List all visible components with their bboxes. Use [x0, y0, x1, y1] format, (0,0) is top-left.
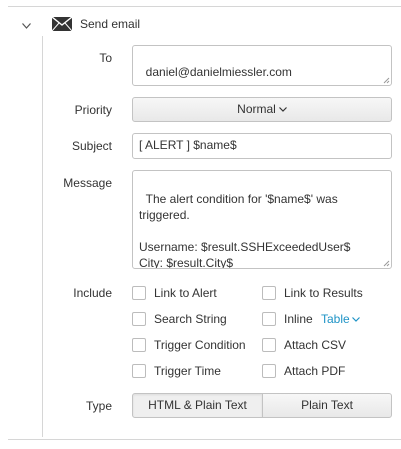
chevron-down-icon[interactable] [22, 18, 31, 29]
envelope-icon [51, 16, 73, 34]
attach-pdf-label[interactable]: Attach PDF [284, 364, 345, 378]
resize-grip-icon[interactable] [383, 260, 390, 267]
to-field[interactable]: daniel@danielmiessler.com [132, 45, 392, 86]
subject-label: Subject [71, 139, 112, 153]
include-label: Include [73, 286, 112, 300]
attach-csv-checkbox[interactable] [262, 338, 276, 352]
trigger-condition-checkbox[interactable] [132, 338, 146, 352]
inline-format-dropdown[interactable]: Table [321, 312, 360, 326]
bottom-divider [8, 439, 401, 440]
subject-value: [ ALERT ] $name$ [139, 138, 237, 152]
attach-pdf-checkbox[interactable] [262, 364, 276, 378]
link-to-alert-label[interactable]: Link to Alert [154, 286, 217, 300]
inline-format-value[interactable]: Table [321, 312, 350, 326]
to-label: To [99, 51, 112, 65]
message-label: Message [63, 176, 112, 190]
inline-checkbox[interactable] [262, 312, 276, 326]
type-label: Type [85, 399, 112, 413]
action-header[interactable]: Send email [0, 14, 401, 34]
message-value: The alert condition for '$name$' was tri… [139, 192, 351, 269]
subject-input[interactable]: [ ALERT ] $name$ [132, 133, 392, 159]
chevron-down-icon [278, 107, 287, 113]
top-divider [8, 6, 401, 7]
trigger-time-label[interactable]: Trigger Time [154, 364, 221, 378]
type-plain-button[interactable]: Plain Text [262, 393, 392, 418]
chevron-down-icon [351, 317, 360, 323]
indent-guide [42, 36, 43, 437]
attach-csv-label[interactable]: Attach CSV [284, 338, 346, 352]
priority-value: Normal [237, 102, 276, 116]
priority-dropdown[interactable]: Normal [132, 97, 392, 122]
trigger-time-checkbox[interactable] [132, 364, 146, 378]
link-to-alert-checkbox[interactable] [132, 286, 146, 300]
search-string-label[interactable]: Search String [154, 312, 227, 326]
inline-label[interactable]: Inline [284, 312, 313, 326]
message-textarea[interactable]: The alert condition for '$name$' was tri… [132, 170, 392, 269]
search-string-checkbox[interactable] [132, 312, 146, 326]
to-value: daniel@danielmiessler.com [145, 65, 292, 79]
resize-grip-icon[interactable] [383, 77, 390, 84]
link-to-results-label[interactable]: Link to Results [284, 286, 363, 300]
trigger-condition-label[interactable]: Trigger Condition [154, 338, 246, 352]
priority-label: Priority [74, 103, 112, 117]
type-html-plain-button[interactable]: HTML & Plain Text [132, 393, 263, 418]
action-title: Send email [80, 17, 141, 31]
link-to-results-checkbox[interactable] [262, 286, 276, 300]
